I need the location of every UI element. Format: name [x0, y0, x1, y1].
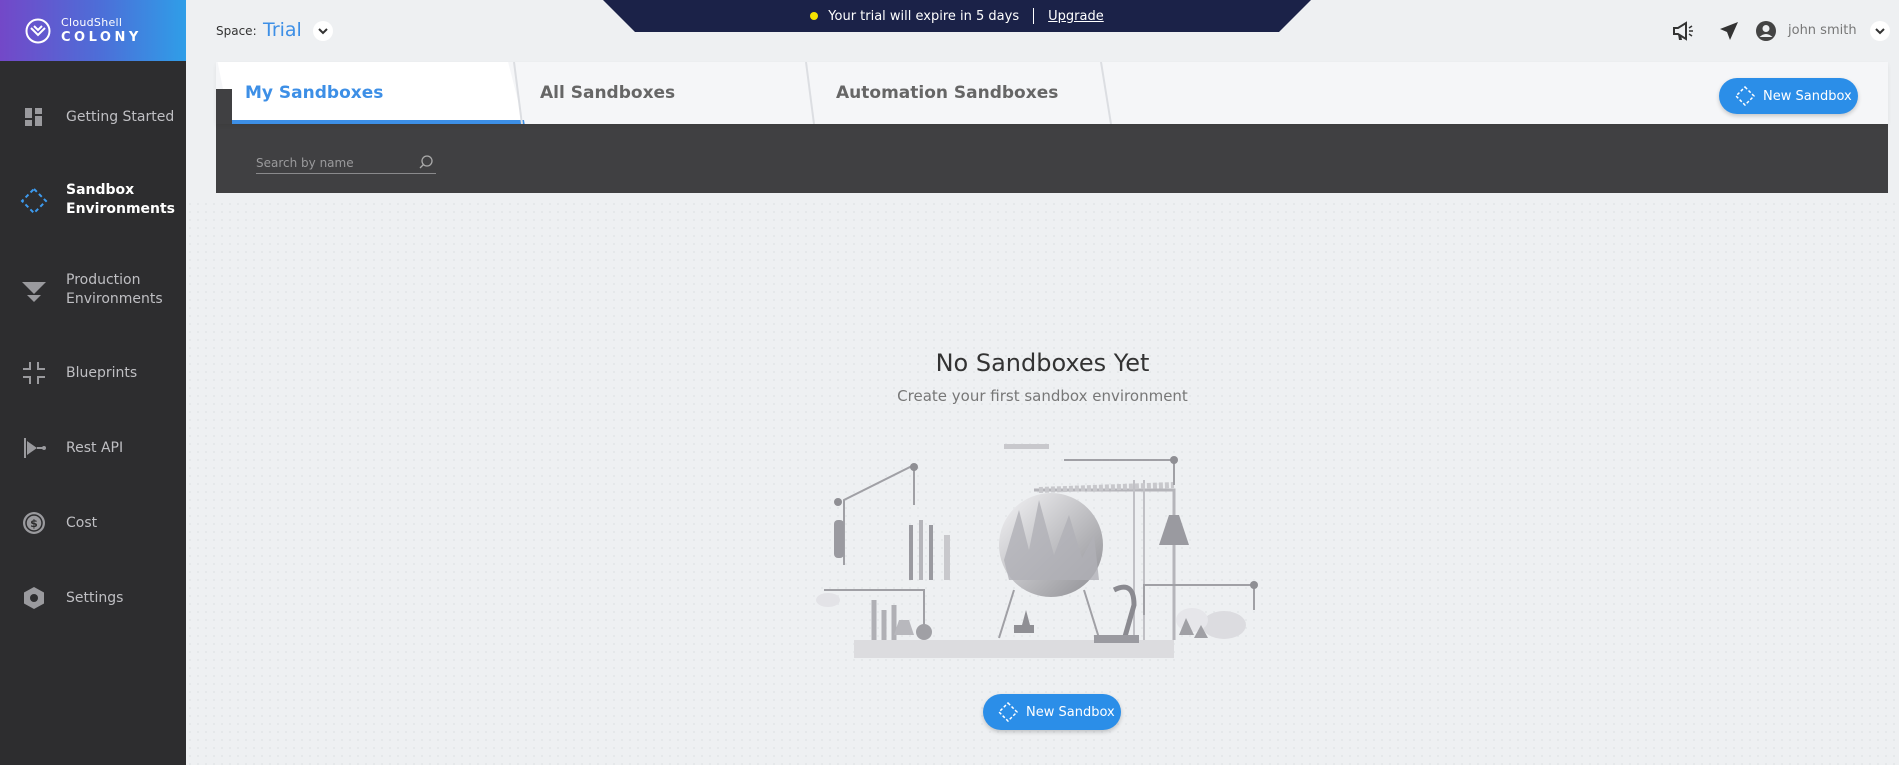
- empty-state-subtitle: Create your first sandbox environment: [897, 387, 1188, 405]
- blueprint-icon: [20, 359, 48, 387]
- tab-label: Automation Sandboxes: [836, 83, 1059, 103]
- sidebar-item-label: Getting Started: [66, 108, 175, 125]
- funnel-icon: [20, 277, 48, 305]
- sidebar-item-label: Cost: [66, 514, 98, 531]
- sidebar-item-sandbox-environments[interactable]: Sandbox Environments: [0, 181, 186, 221]
- sidebar-item-getting-started[interactable]: Getting Started: [0, 103, 186, 131]
- sidebar-item-label: Sandbox Environments: [66, 182, 176, 217]
- svg-text:$: $: [30, 517, 38, 530]
- empty-state-new-sandbox-button[interactable]: New Sandbox: [983, 694, 1121, 730]
- tab-label: All Sandboxes: [540, 83, 676, 103]
- sidebar-item-label: Blueprints: [66, 364, 138, 381]
- brand-name-top: CloudShell: [61, 16, 123, 29]
- brand-name-bottom: COLONY: [61, 30, 142, 45]
- sidebar-item-label: Settings: [66, 589, 124, 606]
- dashboard-icon: [20, 103, 48, 131]
- sidebar-item-blueprints[interactable]: Blueprints: [0, 359, 186, 387]
- dollar-icon: $: [20, 509, 48, 537]
- sidebar: CloudShell COLONY Getting Started Sandbo…: [0, 0, 186, 765]
- sandbox-icon: [998, 702, 1018, 722]
- sidebar-item-settings[interactable]: Settings: [0, 584, 186, 612]
- hexagon-gear-icon: [20, 584, 48, 612]
- sidebar-item-label: Rest API: [66, 439, 124, 456]
- sidebar-item-production-environments[interactable]: Production Environments: [0, 271, 186, 311]
- laboratory-illustration: [816, 444, 1258, 658]
- tab-label: My Sandboxes: [245, 83, 384, 103]
- sidebar-item-cost[interactable]: $ Cost: [0, 509, 186, 537]
- sandbox-icon: [20, 187, 48, 215]
- api-icon: [20, 434, 48, 462]
- sidebar-item-label: Production Environments: [66, 272, 163, 307]
- colony-logo-icon: [25, 18, 51, 43]
- new-sandbox-label: New Sandbox: [1026, 704, 1115, 720]
- brand-logo[interactable]: CloudShell COLONY: [0, 0, 186, 61]
- sidebar-item-rest-api[interactable]: Rest API: [0, 434, 186, 462]
- empty-state-title: No Sandboxes Yet: [935, 349, 1150, 377]
